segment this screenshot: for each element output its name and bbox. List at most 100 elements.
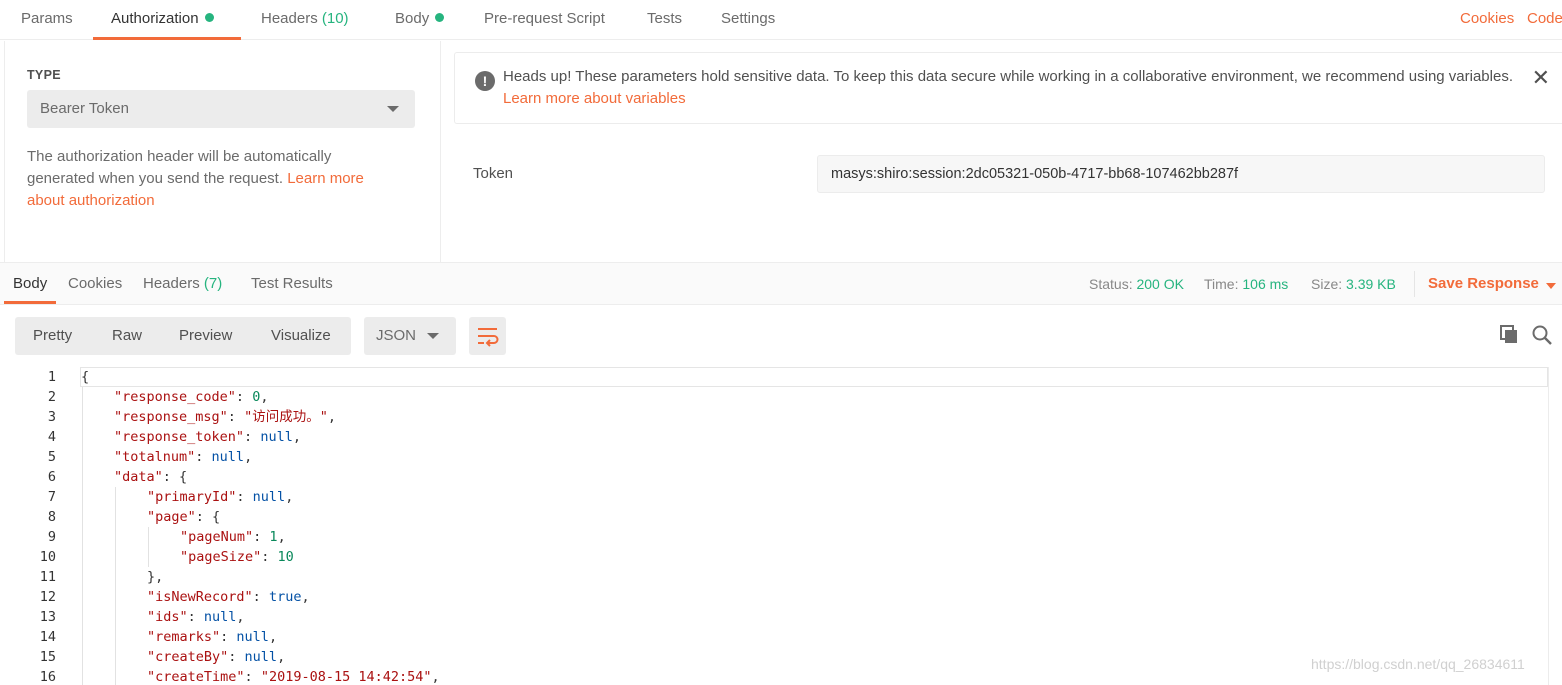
tab-tests[interactable]: Tests <box>647 0 682 40</box>
code-token: "isNewRecord" <box>147 589 253 605</box>
tab-headers[interactable]: Headers (10) <box>261 0 349 40</box>
format-select[interactable]: JSON <box>364 317 456 355</box>
time-info: Time: 106 ms <box>1204 276 1289 292</box>
code-text: "page": { <box>147 507 220 527</box>
code-link[interactable]: Code <box>1527 0 1562 38</box>
indent-guide <box>115 487 116 685</box>
tab-pre-request-script[interactable]: Pre-request Script <box>484 0 605 40</box>
code-token: : <box>252 589 269 605</box>
code-token: "data" <box>114 469 163 485</box>
code-token: 1 <box>269 529 278 545</box>
status-info: Status: 200 OK <box>1089 276 1184 292</box>
code-token: , <box>292 429 301 445</box>
line-number: 5 <box>47 449 56 465</box>
code-token: "remarks" <box>147 629 221 645</box>
type-label: TYPE <box>27 68 61 82</box>
tab-params[interactable]: Params <box>21 0 73 40</box>
code-token: null <box>260 429 293 445</box>
wrap-icon <box>478 328 499 347</box>
code-token: "2019-08-15 14:42:54" <box>260 669 432 685</box>
code-line: 2 "response_code": 0, <box>0 387 1548 407</box>
wrap-lines-button[interactable] <box>469 317 506 355</box>
search-icon[interactable] <box>1531 324 1553 346</box>
code-token: : <box>253 529 270 545</box>
code-text: "totalnum": null, <box>114 447 252 467</box>
code-token: , <box>268 629 278 645</box>
code-line: 1{ <box>0 367 1548 387</box>
code-token: { <box>81 369 90 385</box>
code-text: "pageSize": 10 <box>180 547 294 567</box>
tab-test-results[interactable]: Test Results <box>251 263 333 304</box>
code-token: null <box>236 629 269 645</box>
code-token: : <box>235 389 253 405</box>
line-number: 14 <box>39 629 56 645</box>
copy-icon[interactable] <box>1499 324 1519 344</box>
scrollbar[interactable] <box>1548 367 1562 685</box>
pretty-button[interactable]: Pretty <box>33 317 72 355</box>
raw-button[interactable]: Raw <box>112 317 142 355</box>
code-token: , <box>236 609 245 625</box>
active-dot-icon <box>204 13 214 22</box>
size-info: Size: 3.39 KB <box>1311 276 1396 292</box>
line-number: 10 <box>39 549 56 565</box>
save-response-button[interactable]: Save Response <box>1414 271 1539 297</box>
line-number: 11 <box>39 569 56 585</box>
code-token: "response_msg" <box>114 409 228 425</box>
code-text: "response_code": 0, <box>114 387 268 407</box>
code-token: "ids" <box>147 609 188 625</box>
tab-response-headers[interactable]: Headers (7) <box>143 263 222 304</box>
code-token: "response_token" <box>114 429 245 445</box>
code-text: "primaryId": null, <box>147 487 293 507</box>
code-token: : { <box>195 509 221 525</box>
auth-type-panel: TYPE Bearer Token The authorization head… <box>4 41 441 262</box>
view-mode-group: Pretty Raw Preview Visualize <box>15 317 351 355</box>
code-token: "totalnum" <box>114 449 196 465</box>
line-number: 1 <box>47 369 56 385</box>
code-token: "pageSize" <box>180 549 262 565</box>
close-icon[interactable]: ✕ <box>1532 67 1550 89</box>
tab-response-body[interactable]: Body <box>4 263 57 304</box>
chevron-down-icon[interactable] <box>1546 283 1556 289</box>
code-token: , <box>244 449 253 465</box>
code-text: "isNewRecord": true, <box>147 587 310 607</box>
line-number: 9 <box>47 529 56 545</box>
code-token: "访问成功。" <box>244 409 328 425</box>
code-text: "createBy": null, <box>147 647 285 667</box>
code-token: }, <box>147 569 164 585</box>
tab-authorization[interactable]: Authorization <box>93 0 241 40</box>
tab-settings[interactable]: Settings <box>721 0 775 40</box>
code-line: 14 "remarks": null, <box>0 627 1548 647</box>
visualize-button[interactable]: Visualize <box>271 317 331 355</box>
indent-guide <box>148 527 149 567</box>
code-token: : <box>261 549 278 565</box>
line-number: 6 <box>47 469 56 485</box>
line-number: 3 <box>47 409 56 425</box>
code-line: 3 "response_msg": "访问成功。", <box>0 407 1548 427</box>
code-token: : <box>187 609 204 625</box>
code-line: 9 "pageNum": 1, <box>0 527 1548 547</box>
code-token: null <box>244 649 278 665</box>
learn-more-variables-link[interactable]: Learn more about variables <box>503 90 686 107</box>
code-line: 10 "pageSize": 10 <box>0 547 1548 567</box>
line-number: 2 <box>47 389 56 405</box>
tab-body[interactable]: Body <box>395 0 445 40</box>
code-token: : <box>228 649 245 665</box>
code-token: , <box>301 589 310 605</box>
tab-response-cookies[interactable]: Cookies <box>68 263 122 304</box>
auth-type-select[interactable]: Bearer Token <box>27 90 415 128</box>
line-number: 4 <box>47 429 56 445</box>
code-token: 10 <box>277 549 294 565</box>
preview-button[interactable]: Preview <box>179 317 232 355</box>
auth-description: The authorization header will be automat… <box>27 148 364 209</box>
warning-icon: ! <box>475 71 495 91</box>
line-number: 8 <box>47 509 56 525</box>
token-input[interactable]: masys:shiro:session:2dc05321-050b-4717-b… <box>817 155 1545 193</box>
code-token: , <box>327 409 336 425</box>
response-body-editor[interactable]: 1{2 "response_code": 0, 3 "response_msg": "… <box>0 367 1562 685</box>
code-token: "createTime" <box>147 669 245 685</box>
code-token: null <box>252 489 286 505</box>
sensitive-data-alert: ! Heads up! These parameters hold sensit… <box>454 52 1562 124</box>
cookies-link[interactable]: Cookies <box>1460 0 1514 38</box>
code-token: "createBy" <box>147 649 229 665</box>
code-line: 7 "primaryId": null, <box>0 487 1548 507</box>
